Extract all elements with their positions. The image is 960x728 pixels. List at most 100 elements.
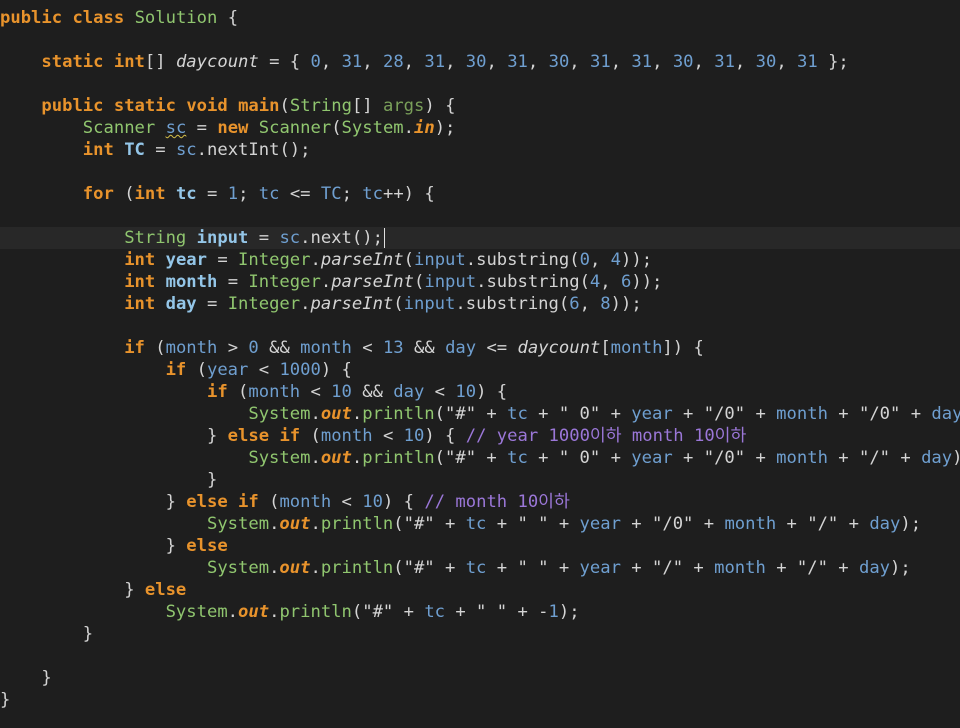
- code-token: else: [144, 580, 187, 600]
- code-token: tc: [424, 602, 446, 622]
- code-token: ,: [734, 52, 756, 72]
- code-line[interactable]: int year = Integer.parseInt(input.substr…: [0, 249, 960, 271]
- code-token: }: [165, 536, 187, 556]
- code-line[interactable]: } else: [0, 579, 960, 601]
- code-token: 13: [382, 338, 404, 358]
- code-token: 31: [590, 52, 611, 72]
- code-line[interactable]: }: [0, 689, 960, 711]
- code-token: (: [331, 118, 342, 138]
- code-line[interactable]: if (month > 0 && month < 13 && day <= da…: [0, 337, 960, 359]
- code-token: 28: [382, 52, 404, 72]
- code-line[interactable]: String input = sc.next();: [0, 227, 960, 249]
- code-token: (: [113, 184, 135, 204]
- code-token: main: [238, 96, 280, 116]
- code-token: + " 0" +: [527, 404, 632, 424]
- code-token: month: [320, 426, 373, 446]
- code-line[interactable]: public static void main(String[] args) {: [0, 95, 960, 117]
- code-token: input: [424, 272, 477, 292]
- code-token: .: [310, 514, 321, 534]
- code-token: ));: [631, 272, 663, 292]
- code-line[interactable]: public class Solution {: [0, 7, 960, 29]
- code-token: ) {: [382, 492, 425, 512]
- code-token: .next();: [300, 228, 383, 248]
- code-token: out: [320, 448, 352, 468]
- code-token: day: [858, 558, 891, 578]
- code-token: .: [269, 514, 280, 534]
- code-line[interactable]: for (int tc = 1; tc <= TC; tc++) {: [0, 183, 960, 205]
- code-token: static: [41, 52, 104, 72]
- code-line[interactable]: } else if (month < 10) { // month 10이하: [0, 491, 960, 513]
- code-token: (: [258, 492, 280, 512]
- code-token: }: [124, 580, 145, 600]
- code-token: year: [579, 514, 621, 534]
- code-token: =: [207, 250, 239, 270]
- code-line[interactable]: }: [0, 623, 960, 645]
- code-line[interactable]: [0, 29, 960, 51]
- code-token: }: [165, 492, 187, 512]
- code-token: ,: [589, 250, 611, 270]
- code-token: year: [206, 360, 249, 380]
- code-line[interactable]: [0, 315, 960, 337]
- code-line[interactable]: [0, 645, 960, 667]
- code-token: month: [279, 492, 332, 512]
- code-line[interactable]: System.out.println("#" + tc + " " + year…: [0, 557, 960, 579]
- code-line[interactable]: if (month < 10 && day < 10) {: [0, 381, 960, 403]
- code-token: <: [351, 338, 383, 358]
- code-token: tc: [465, 514, 487, 534]
- code-token: else: [186, 492, 228, 512]
- code-token: ++) {: [382, 184, 435, 204]
- code-line[interactable]: static int[] daycount = { 0, 31, 28, 31,…: [0, 51, 960, 73]
- code-line[interactable]: [0, 73, 960, 95]
- code-token: year: [631, 448, 673, 468]
- code-token: }: [206, 426, 228, 446]
- code-token: month: [724, 514, 777, 534]
- code-token: 1: [227, 184, 239, 204]
- code-token: + "/0" +: [827, 404, 932, 424]
- code-token: // month 10이하: [424, 492, 570, 512]
- code-line[interactable]: [0, 161, 960, 183]
- code-token: + "/" +: [776, 514, 870, 534]
- code-line[interactable]: int TC = sc.nextInt();: [0, 139, 960, 161]
- code-token: }: [0, 690, 11, 710]
- code-token: 0: [248, 338, 259, 358]
- code-token: out: [238, 602, 270, 622]
- code-token: parseInt: [310, 294, 394, 314]
- code-token: =: [217, 272, 249, 292]
- code-token: =: [186, 118, 218, 138]
- code-line[interactable]: System.out.println("#" + tc + " " + -1);: [0, 601, 960, 623]
- code-line[interactable]: } else: [0, 535, 960, 557]
- code-line[interactable]: int day = Integer.parseInt(input.substri…: [0, 293, 960, 315]
- code-line[interactable]: Scanner sc = new Scanner(System.in);: [0, 117, 960, 139]
- code-token: .: [310, 558, 321, 578]
- code-line[interactable]: }: [0, 469, 960, 491]
- code-line[interactable]: System.out.println("#" + tc + " 0" + yea…: [0, 403, 960, 425]
- code-line[interactable]: System.out.println("#" + tc + " 0" + yea…: [0, 447, 960, 469]
- code-token: int: [124, 294, 156, 314]
- code-token: );: [900, 514, 922, 534]
- code-line[interactable]: int month = Integer.parseInt(input.subst…: [0, 271, 960, 293]
- code-token: ) {: [476, 382, 508, 402]
- code-line[interactable]: if (year < 1000) {: [0, 359, 960, 381]
- code-token: ,: [652, 52, 673, 72]
- code-editor[interactable]: public class Solution { static int[] day…: [0, 7, 960, 728]
- code-line[interactable]: [0, 205, 960, 227]
- code-token: month: [776, 448, 828, 468]
- code-line[interactable]: } else if (month < 10) { // year 1000이하 …: [0, 425, 960, 447]
- code-line[interactable]: }: [0, 667, 960, 689]
- code-token: ("#" +: [351, 602, 425, 622]
- code-token: =: [248, 228, 280, 248]
- code-token: {: [217, 8, 239, 28]
- code-line[interactable]: System.out.println("#" + tc + " " + year…: [0, 513, 960, 535]
